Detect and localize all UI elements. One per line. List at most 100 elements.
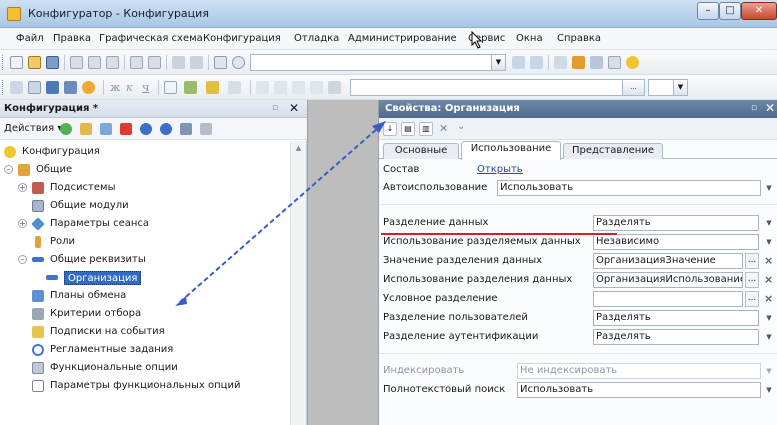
font-combo[interactable]: ...	[350, 79, 645, 96]
menu-edit[interactable]: Правка	[53, 33, 91, 44]
add-icon[interactable]	[60, 123, 72, 135]
run-icon[interactable]	[82, 81, 95, 94]
menu-debug[interactable]: Отладка	[294, 33, 339, 44]
config-tree-icon[interactable]	[46, 81, 59, 94]
scroll-up-icon[interactable]: ▲	[293, 144, 304, 155]
minimize-button[interactable]: –	[697, 2, 719, 20]
menu-graphic-scheme[interactable]: Графическая схема	[99, 33, 203, 44]
separation-usage-field[interactable]: ОрганизацияИспользование	[593, 272, 743, 288]
data-separation-select[interactable]: Разделять	[593, 215, 759, 231]
fill-color-icon[interactable]	[184, 81, 197, 94]
autouse-select[interactable]: Использовать	[497, 180, 761, 196]
find-icon[interactable]	[214, 56, 227, 69]
clear-icon[interactable]: ✕	[439, 122, 448, 135]
align-center-icon[interactable]	[274, 81, 287, 94]
merge-cells-icon[interactable]	[328, 81, 341, 94]
save-icon[interactable]	[46, 56, 59, 69]
edit-icon[interactable]	[80, 123, 92, 135]
shared-data-usage-select[interactable]: Независимо	[593, 234, 759, 250]
window-list-icon[interactable]	[554, 56, 567, 69]
chevron-down-icon[interactable]: ▼	[762, 310, 776, 326]
borders-icon[interactable]	[164, 81, 177, 94]
chevron-down-icon[interactable]: ▼	[762, 363, 776, 379]
tab-usage[interactable]: Использование	[461, 141, 561, 160]
collapse-icon[interactable]: –	[18, 255, 27, 264]
ellipsis-icon[interactable]: ...	[745, 291, 759, 307]
object-icon[interactable]	[64, 81, 77, 94]
search-combo[interactable]: ▼	[250, 54, 506, 71]
conditional-separation-field[interactable]	[593, 291, 743, 307]
open-icon[interactable]	[28, 56, 41, 69]
close-icon[interactable]: ✕	[289, 101, 299, 115]
chevron-down-icon[interactable]: ▼	[762, 180, 776, 196]
auth-separation-select[interactable]: Разделять	[593, 329, 759, 345]
chevron-down-icon[interactable]: ▼	[762, 382, 776, 398]
text-color-icon[interactable]	[206, 81, 219, 94]
index-select[interactable]: Не индексировать	[517, 363, 761, 379]
tab-main[interactable]: Основные	[383, 143, 459, 159]
expand-icon[interactable]: +	[18, 219, 27, 228]
fulltext-search-select[interactable]: Использовать	[517, 382, 761, 398]
syntax-helper-icon[interactable]	[590, 56, 603, 69]
table-icon[interactable]	[10, 81, 23, 94]
italic-icon[interactable]: к	[126, 81, 133, 94]
sort-icon[interactable]	[180, 123, 192, 135]
chevron-down-icon[interactable]: ▼	[491, 55, 505, 70]
categorized-icon[interactable]: ▤	[401, 122, 415, 136]
collapse-icon[interactable]: –	[4, 165, 13, 174]
chevron-down-icon[interactable]: ▼	[762, 329, 776, 345]
separation-value-field[interactable]: ОрганизацияЗначение	[593, 253, 743, 269]
chevron-down-icon[interactable]: ▼	[673, 80, 687, 95]
redo-icon[interactable]	[190, 56, 203, 69]
tree-scrollbar[interactable]: ▲	[290, 141, 306, 425]
cut-icon[interactable]	[70, 56, 83, 69]
menu-file[interactable]: Файл	[16, 33, 44, 44]
actions-menu[interactable]: Действия ▾	[4, 123, 62, 134]
expand-icon[interactable]: +	[18, 183, 27, 192]
menu-help[interactable]: Справка	[557, 33, 601, 44]
search-icon[interactable]	[232, 56, 245, 69]
undo-icon[interactable]	[172, 56, 185, 69]
align-left-icon[interactable]	[256, 81, 269, 94]
move-up-icon[interactable]	[140, 123, 152, 135]
font-size-combo[interactable]: ▼	[648, 79, 688, 96]
justify-icon[interactable]	[310, 81, 323, 94]
find-prev-icon[interactable]	[530, 56, 543, 69]
clear-icon[interactable]: ×	[764, 273, 776, 286]
clear-icon[interactable]: ×	[764, 292, 776, 305]
user-separation-select[interactable]: Разделять	[593, 310, 759, 326]
info-icon[interactable]	[626, 56, 639, 69]
align-right-icon[interactable]	[292, 81, 305, 94]
property-pages-icon[interactable]: ▥	[419, 122, 433, 136]
pin-icon[interactable]: ▫	[751, 103, 757, 113]
tab-presentation[interactable]: Представление	[563, 143, 663, 159]
pin-icon[interactable]: ▫	[272, 103, 278, 113]
print-icon[interactable]	[130, 56, 143, 69]
toolbar-grip[interactable]	[2, 55, 5, 70]
form-icon[interactable]	[28, 81, 41, 94]
ellipsis-icon[interactable]: ...	[745, 272, 759, 288]
menu-windows[interactable]: Окна	[516, 33, 543, 44]
chevron-down-icon[interactable]: ▼	[762, 234, 776, 250]
menu-configuration[interactable]: Конфигурация	[203, 33, 281, 44]
preview-icon[interactable]	[148, 56, 161, 69]
underline-icon[interactable]: ч	[142, 81, 149, 94]
clear-icon[interactable]: ×	[764, 254, 776, 267]
copy-icon[interactable]	[88, 56, 101, 69]
toolbar-grip[interactable]	[2, 80, 5, 95]
delete-icon[interactable]	[120, 123, 132, 135]
new-icon[interactable]	[10, 56, 23, 69]
sort-alphabetical-icon[interactable]: ↓	[383, 122, 397, 136]
copy-item-icon[interactable]	[100, 123, 112, 135]
close-button[interactable]: ✕	[741, 2, 777, 20]
find-next-icon[interactable]	[512, 56, 525, 69]
close-icon[interactable]: ✕	[765, 101, 775, 115]
notepad-icon[interactable]	[608, 56, 621, 69]
line-color-icon[interactable]	[228, 81, 241, 94]
open-composition-link[interactable]: Открыть	[477, 164, 523, 175]
ellipsis-icon[interactable]: ...	[622, 80, 644, 95]
bold-icon[interactable]: ж	[110, 81, 120, 94]
filter-icon[interactable]	[200, 123, 212, 135]
ellipsis-icon[interactable]: ...	[745, 253, 759, 269]
chevron-down-icon[interactable]: ▼	[762, 215, 776, 231]
